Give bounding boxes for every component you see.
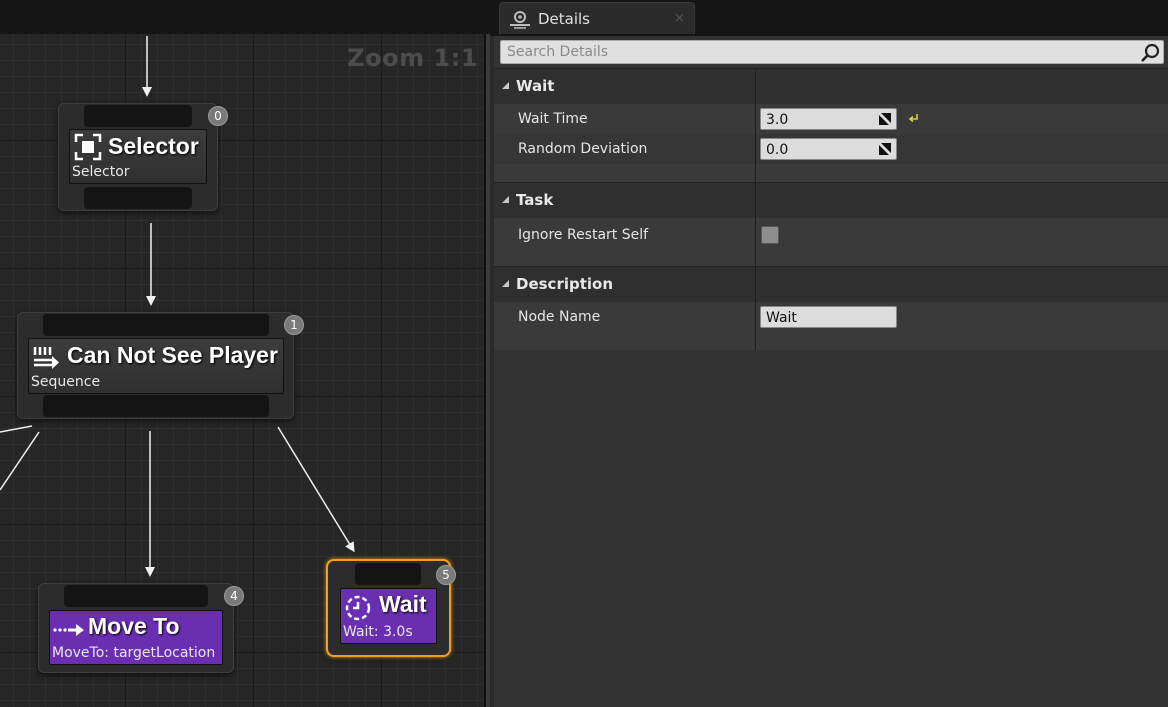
wait-time-label: Wait Time [518,111,588,127]
details-tab[interactable]: Details × [499,2,695,34]
category-description-header[interactable]: Description [494,266,1168,303]
property-row-node-name: Node Name [494,302,1168,332]
category-task-label: Task [516,191,554,209]
move-to-title: Move To [88,613,180,639]
wait-index-badge: 5 [436,565,456,585]
node-name-label: Node Name [518,309,601,325]
wait-node-body: Wait Wait: 3.0s [340,588,437,644]
details-tab-bar: Details × [490,0,1168,36]
property-row-random-deviation: Random Deviation [494,134,1168,164]
details-content: Wait Wait Time Random Deviation [494,36,1168,707]
category-wait-header[interactable]: Wait [494,68,1168,105]
selector-title: Selector [108,133,199,159]
sequence-index-badge: 1 [284,315,304,335]
move-to-subtitle: MoveTo: targetLocation [52,645,216,661]
random-deviation-field[interactable] [760,138,897,160]
search-details-input[interactable] [501,41,1131,63]
sequence-title: Can Not See Player [67,342,278,368]
move-to-index-badge: 4 [224,586,244,606]
behavior-tree-graph[interactable]: Zoom 1:1 Selector Selector 0 Can Not See… [0,0,490,707]
selector-node[interactable]: Selector Selector 0 [58,103,228,211]
selector-input-pin[interactable] [84,105,192,127]
move-to-node-body: Move To MoveTo: targetLocation [49,610,223,665]
details-panel-icon [510,11,530,29]
wait-node[interactable]: Wait Wait: 3.0s 5 [326,559,456,657]
wait-timer-icon [345,595,371,621]
move-to-input-pin[interactable] [64,585,208,607]
search-details-box[interactable] [500,40,1164,64]
wire-sequence-left-a [0,425,33,433]
details-panel: Details × Wait Wait Time [490,0,1168,707]
close-tab-icon[interactable]: × [674,11,685,26]
random-deviation-label: Random Deviation [518,141,648,157]
search-icon [1141,43,1160,62]
wait-input-pin[interactable] [355,563,421,585]
category-description-label: Description [516,275,614,293]
wait-title: Wait [379,591,427,617]
selector-output-pin[interactable] [84,187,192,209]
move-to-icon [53,624,84,636]
wire-sequence-to-wait [277,426,355,553]
category-task-header[interactable]: Task [494,182,1168,219]
details-empty-area [494,351,1168,707]
reset-to-default-icon[interactable] [908,112,920,124]
ignore-restart-self-label: Ignore Restart Self [518,227,649,243]
wire-sequence-left-b [0,431,40,491]
collapse-arrow-icon [502,82,509,89]
node-name-field[interactable] [760,306,897,328]
spin-drag-icon[interactable] [878,142,892,156]
collapse-arrow-icon [502,280,509,287]
property-row-wait-time: Wait Time [494,104,1168,134]
node-name-input[interactable] [761,308,891,328]
sequence-subtitle: Sequence [31,374,101,390]
selector-subtitle: Selector [72,164,130,180]
spin-drag-icon[interactable] [878,112,892,126]
sequence-node[interactable]: Can Not See Player Sequence 1 [17,312,304,419]
sequence-input-pin[interactable] [43,314,269,336]
move-to-node[interactable]: Move To MoveTo: targetLocation 4 [38,583,244,673]
property-row-ignore-restart-self: Ignore Restart Self [494,218,1168,252]
wait-subtitle: Wait: 3.0s [343,624,413,640]
sequence-output-pin[interactable] [43,395,269,417]
details-tab-label: Details [538,10,591,28]
sequence-icon [33,347,59,369]
selector-icon [74,133,102,161]
ignore-restart-self-checkbox[interactable] [761,226,779,244]
random-deviation-input[interactable] [761,140,871,160]
wait-time-input[interactable] [761,110,871,130]
selector-node-body: Selector Selector [69,129,207,184]
wait-time-field[interactable] [760,108,897,130]
sequence-node-body: Can Not See Player Sequence [28,338,284,394]
selector-index-badge: 0 [208,106,228,126]
collapse-arrow-icon [502,196,509,203]
category-wait-label: Wait [516,77,555,95]
